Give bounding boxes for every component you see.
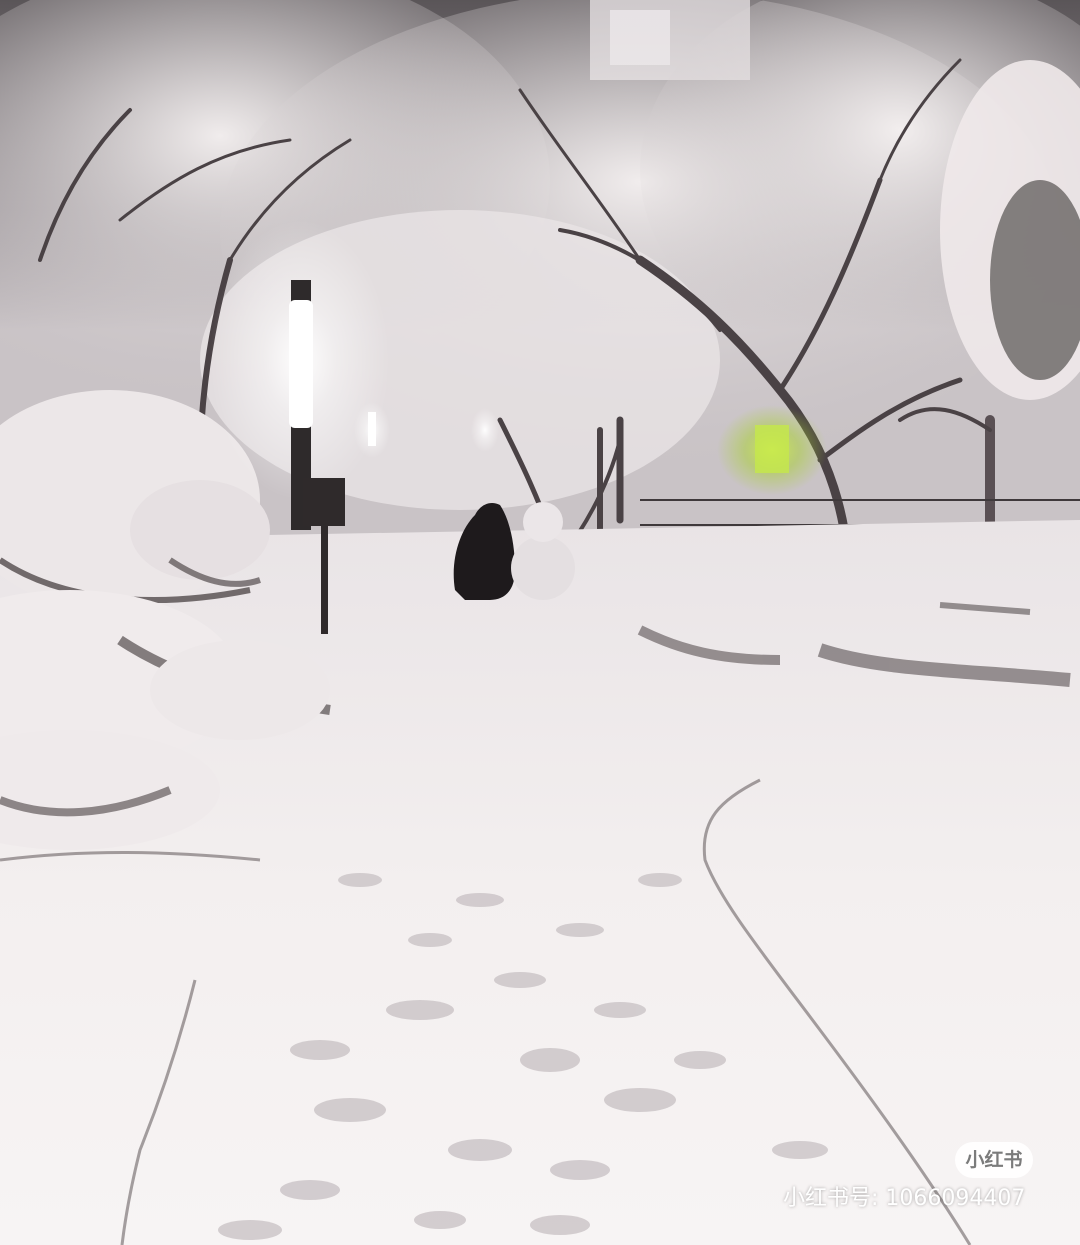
xiaohongshu-logo-badge: 小红书 [955,1142,1033,1178]
snow-night-photo: 小红书 小红书号: 1066094407 [0,0,1080,1245]
xiaohongshu-id-watermark: 小红书号: 1066094407 [783,1186,1026,1211]
snowy-park-scene [0,0,1080,1245]
